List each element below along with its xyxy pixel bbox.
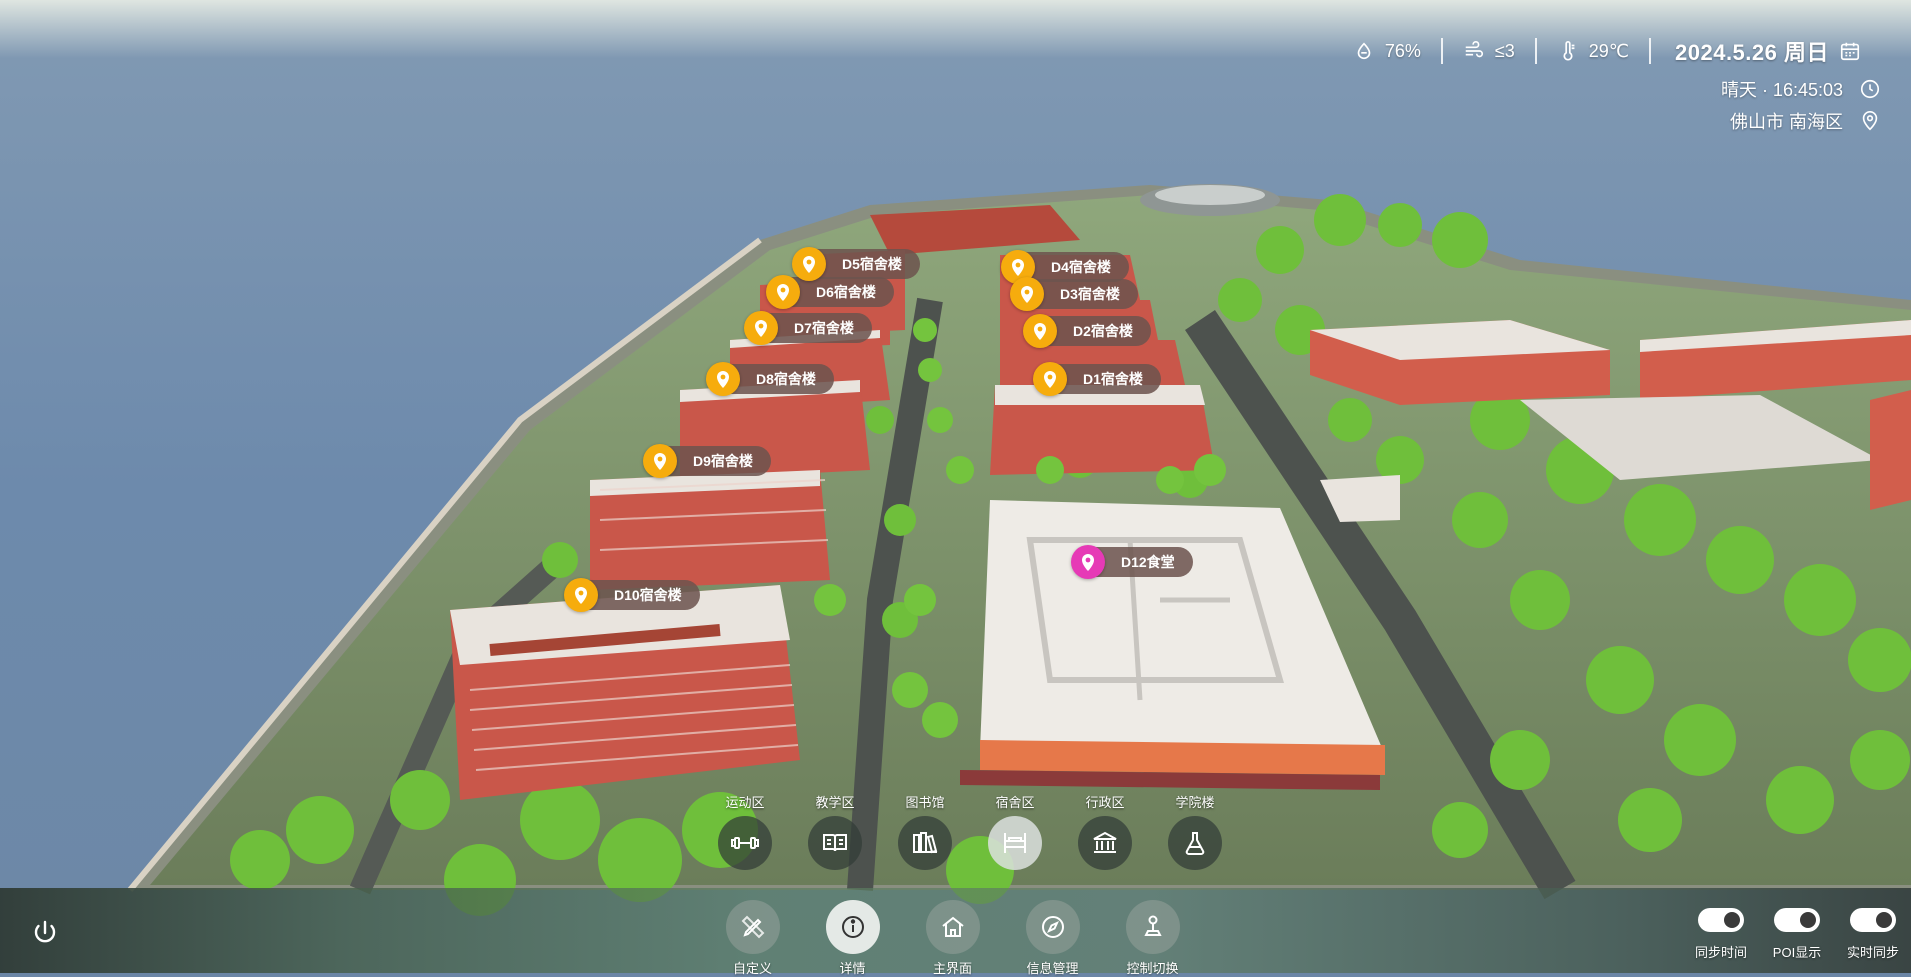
poi-d2-dorm[interactable]: D2宿舍楼 <box>1023 314 1151 348</box>
main-toolbar: 自定义 详情 主界面 信息管理 控制切换 <box>725 900 1180 977</box>
tool-label: 控制切换 <box>1126 961 1179 976</box>
map-pin-icon <box>643 444 677 478</box>
tool-label: 信息管理 <box>1026 961 1079 976</box>
tool-label: 主界面 <box>932 961 972 976</box>
zone-library[interactable]: 图书馆 <box>880 792 970 870</box>
map-pin-icon <box>744 311 778 345</box>
realtime-sync-toggle[interactable]: 实时同步 <box>1835 908 1911 961</box>
library-icon[interactable] <box>898 816 952 870</box>
joystick-icon <box>1125 900 1180 954</box>
date-display: 2024.5.26 周日 <box>1651 35 1881 67</box>
map-pin-icon <box>706 362 740 396</box>
compass-icon <box>1025 900 1080 954</box>
location-display: 佛山市 南海区 <box>1730 108 1881 134</box>
poi-d10-dorm[interactable]: D10宿舍楼 <box>564 578 700 612</box>
poi-label: D12食堂 <box>1091 547 1193 577</box>
sync-time-toggle[interactable]: 同步时间 <box>1683 908 1759 961</box>
poi-d3-dorm[interactable]: D3宿舍楼 <box>1010 277 1138 311</box>
zone-sports[interactable]: 运动区 <box>700 792 790 870</box>
poi-label: D8宿舍楼 <box>726 364 834 394</box>
poi-label: D10宿舍楼 <box>584 580 700 610</box>
thermometer-icon <box>1557 40 1579 62</box>
zone-admin[interactable]: 行政区 <box>1060 792 1150 870</box>
map-pin-icon <box>1071 545 1105 579</box>
location-value: 佛山市 南海区 <box>1729 112 1843 132</box>
zone-label: 教学区 <box>815 795 855 810</box>
poi-label: D9宿舍楼 <box>663 446 771 476</box>
home-button[interactable]: 主界面 <box>925 900 980 977</box>
humidity-status: 76% <box>1333 40 1441 62</box>
humidity-icon <box>1353 40 1375 62</box>
toggle-switch[interactable] <box>1698 908 1744 932</box>
government-building-icon[interactable] <box>1078 816 1132 870</box>
temperature-status: 29℃ <box>1537 40 1649 62</box>
zone-label: 宿舍区 <box>995 795 1035 810</box>
dumbbell-icon[interactable] <box>718 816 772 870</box>
map-pin-icon <box>766 275 800 309</box>
poi-label: D7宿舍楼 <box>764 313 872 343</box>
zone-selector: 运动区 教学区 图书馆 宿舍区 行政区 学院楼 <box>700 792 1240 870</box>
temperature-value: 29℃ <box>1588 40 1629 61</box>
poi-d8-dorm[interactable]: D8宿舍楼 <box>706 362 834 396</box>
info-icon <box>825 900 880 954</box>
tool-label: 详情 <box>839 961 866 976</box>
zone-label: 学院楼 <box>1175 795 1215 810</box>
map-pin-icon <box>1033 362 1067 396</box>
map-pin-icon <box>1023 314 1057 348</box>
tool-label: 自定义 <box>732 961 772 976</box>
details-button[interactable]: 详情 <box>825 900 880 977</box>
poi-d12-canteen[interactable]: D12食堂 <box>1071 545 1193 579</box>
status-bar: 76% ≤3 29℃ 2024.5.26 周日 <box>1333 35 1881 67</box>
toggle-group: 同步时间 POI显示 实时同步 <box>1683 908 1911 961</box>
poi-label: D1宿舍楼 <box>1053 364 1161 394</box>
toggle-switch[interactable] <box>1850 908 1896 932</box>
weather-time-value: 晴天 · 16:45:03 <box>1720 80 1843 100</box>
poi-label: D2宿舍楼 <box>1043 316 1151 346</box>
book-icon[interactable] <box>808 816 862 870</box>
weather-time: 晴天 · 16:45:03 <box>1721 76 1881 102</box>
poi-label: D6宿舍楼 <box>786 277 894 307</box>
wind-icon <box>1463 40 1485 62</box>
flask-icon[interactable] <box>1168 816 1222 870</box>
zone-label: 图书馆 <box>905 795 945 810</box>
poi-d1-dorm[interactable]: D1宿舍楼 <box>1033 362 1161 396</box>
toggle-label: 实时同步 <box>1846 945 1899 960</box>
home-icon <box>925 900 980 954</box>
location-icon <box>1859 110 1881 132</box>
toggle-label: 同步时间 <box>1694 945 1747 960</box>
zone-college[interactable]: 学院楼 <box>1150 792 1240 870</box>
toggle-switch[interactable] <box>1774 908 1820 932</box>
humidity-value: 76% <box>1384 40 1421 61</box>
poi-label: D3宿舍楼 <box>1030 279 1138 309</box>
info-management-button[interactable]: 信息管理 <box>1025 900 1080 977</box>
poi-d6-dorm[interactable]: D6宿舍楼 <box>766 275 894 309</box>
poi-d9-dorm[interactable]: D9宿舍楼 <box>643 444 771 478</box>
zone-teaching[interactable]: 教学区 <box>790 792 880 870</box>
wind-value: ≤3 <box>1494 40 1515 61</box>
poi-d7-dorm[interactable]: D7宿舍楼 <box>744 311 872 345</box>
zone-label: 行政区 <box>1085 795 1125 810</box>
clock-icon <box>1859 78 1881 100</box>
customize-button[interactable]: 自定义 <box>725 900 780 977</box>
poi-display-toggle[interactable]: POI显示 <box>1759 908 1835 961</box>
pencil-ruler-icon <box>725 900 780 954</box>
map-pin-icon <box>564 578 598 612</box>
bed-icon[interactable] <box>988 816 1042 870</box>
wind-status: ≤3 <box>1443 40 1535 62</box>
zone-dorm[interactable]: 宿舍区 <box>970 792 1060 870</box>
control-switch-button[interactable]: 控制切换 <box>1125 900 1180 977</box>
calendar-icon <box>1839 40 1861 62</box>
zone-label: 运动区 <box>725 795 765 810</box>
power-icon[interactable] <box>30 918 60 948</box>
map-pin-icon <box>1010 277 1044 311</box>
date-value: 2024.5.26 周日 <box>1675 40 1829 65</box>
toggle-label: POI显示 <box>1772 945 1822 960</box>
map-pin-icon <box>792 247 826 281</box>
